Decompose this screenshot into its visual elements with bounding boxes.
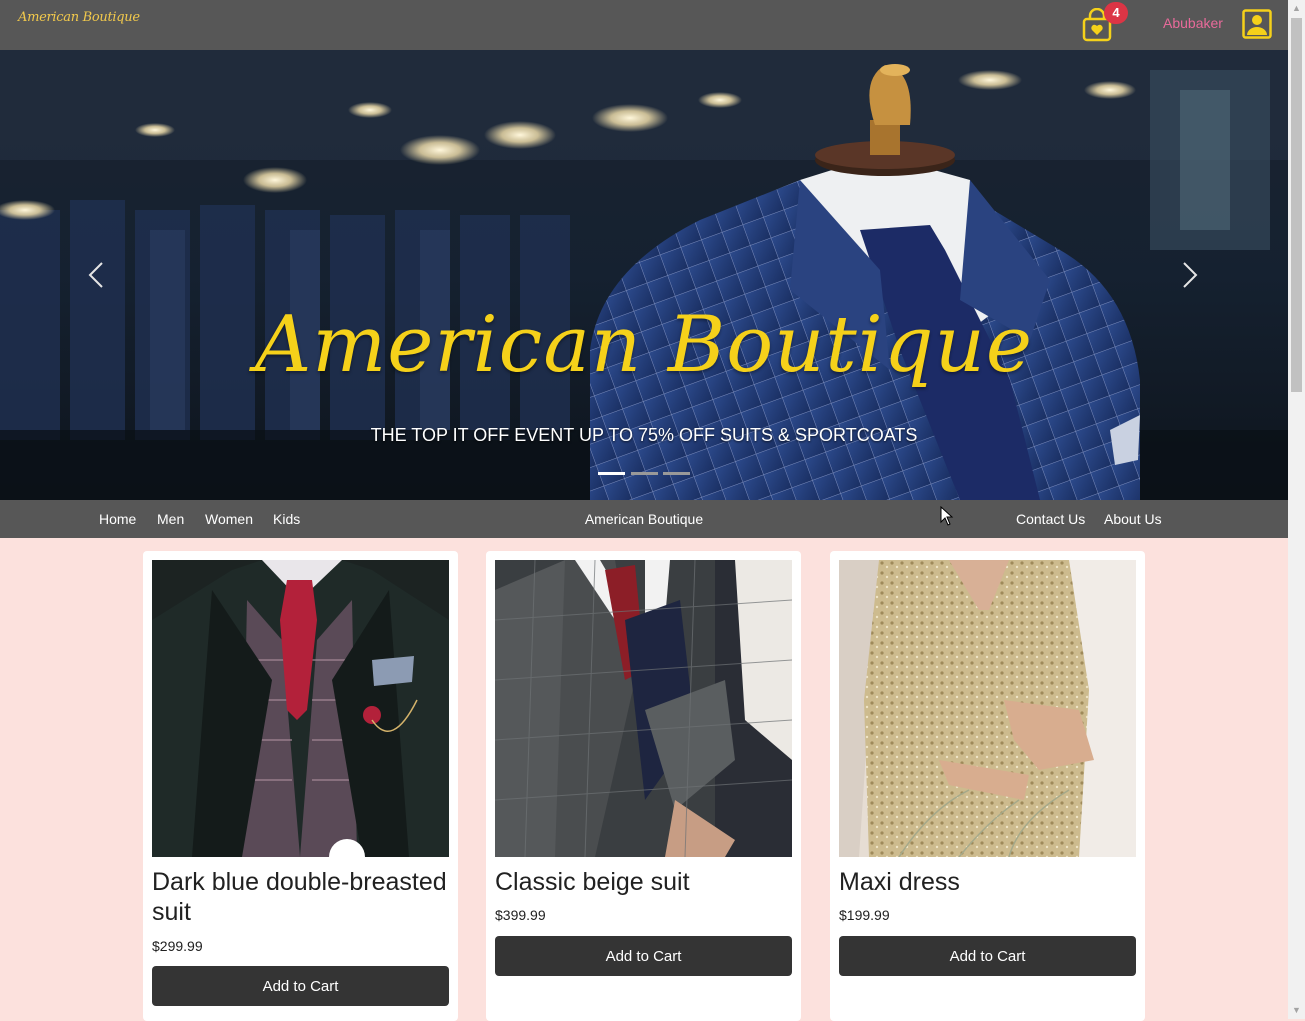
- add-to-cart-button-2[interactable]: Add to Cart: [495, 936, 792, 976]
- carousel-prev-button[interactable]: [76, 255, 116, 295]
- nav-link-contact[interactable]: Contact Us: [1016, 511, 1085, 527]
- cart-count-badge: 4: [1104, 2, 1128, 24]
- add-to-cart-button-1[interactable]: Add to Cart: [152, 966, 449, 1006]
- nav-brand[interactable]: American Boutique: [0, 511, 1288, 527]
- carousel-indicator-2[interactable]: [631, 472, 658, 475]
- scroll-down-icon[interactable]: ▼: [1288, 1002, 1305, 1019]
- classic-suit-photo: [495, 560, 792, 857]
- carousel-indicator-1[interactable]: [598, 472, 625, 475]
- header-logo[interactable]: American Boutique: [18, 10, 140, 25]
- scroll-up-icon[interactable]: ▲: [1288, 0, 1305, 17]
- maxi-dress-photo: [839, 560, 1136, 857]
- chevron-left-icon: [88, 262, 103, 288]
- carousel-next-button[interactable]: [1170, 255, 1210, 295]
- product-name-3[interactable]: Maxi dress: [839, 867, 1139, 897]
- product-name-2[interactable]: Classic beige suit: [495, 867, 795, 897]
- product-image-1[interactable]: [152, 560, 449, 857]
- product-name-1[interactable]: Dark blue double-breasted suit: [152, 867, 452, 927]
- scrollbar-thumb[interactable]: [1291, 18, 1302, 392]
- username-link[interactable]: Abubaker: [1163, 15, 1223, 31]
- product-image-3[interactable]: [839, 560, 1136, 857]
- product-price-3: $199.99: [839, 907, 890, 923]
- chevron-right-icon: [1183, 262, 1198, 288]
- product-image-2[interactable]: [495, 560, 792, 857]
- product-card-1: Dark blue double-breasted suit $299.99 A…: [143, 551, 458, 1021]
- top-header: American Boutique 4 Abubaker: [0, 0, 1288, 50]
- main-nav: Home Men Women Kids American Boutique Co…: [0, 500, 1288, 538]
- product-price-2: $399.99: [495, 907, 546, 923]
- product-card-3: Maxi dress $199.99 Add to Cart: [830, 551, 1145, 1021]
- hero-title: American Boutique: [254, 300, 1034, 390]
- hero-carousel: American Boutique THE TOP IT OFF EVENT U…: [0, 50, 1288, 500]
- product-card-2: Classic beige suit $399.99 Add to Cart: [486, 551, 801, 1021]
- product-price-1: $299.99: [152, 938, 203, 954]
- carousel-indicator-3[interactable]: [663, 472, 690, 475]
- dark-suit-photo: [152, 560, 449, 857]
- mouse-pointer-icon: [940, 506, 954, 526]
- user-profile-icon[interactable]: [1242, 9, 1272, 39]
- vertical-scrollbar[interactable]: ▲ ▼: [1288, 0, 1305, 1019]
- hero-subtitle: THE TOP IT OFF EVENT UP TO 75% OFF SUITS…: [370, 425, 918, 445]
- nav-link-about[interactable]: About Us: [1104, 511, 1162, 527]
- add-to-cart-button-3[interactable]: Add to Cart: [839, 936, 1136, 976]
